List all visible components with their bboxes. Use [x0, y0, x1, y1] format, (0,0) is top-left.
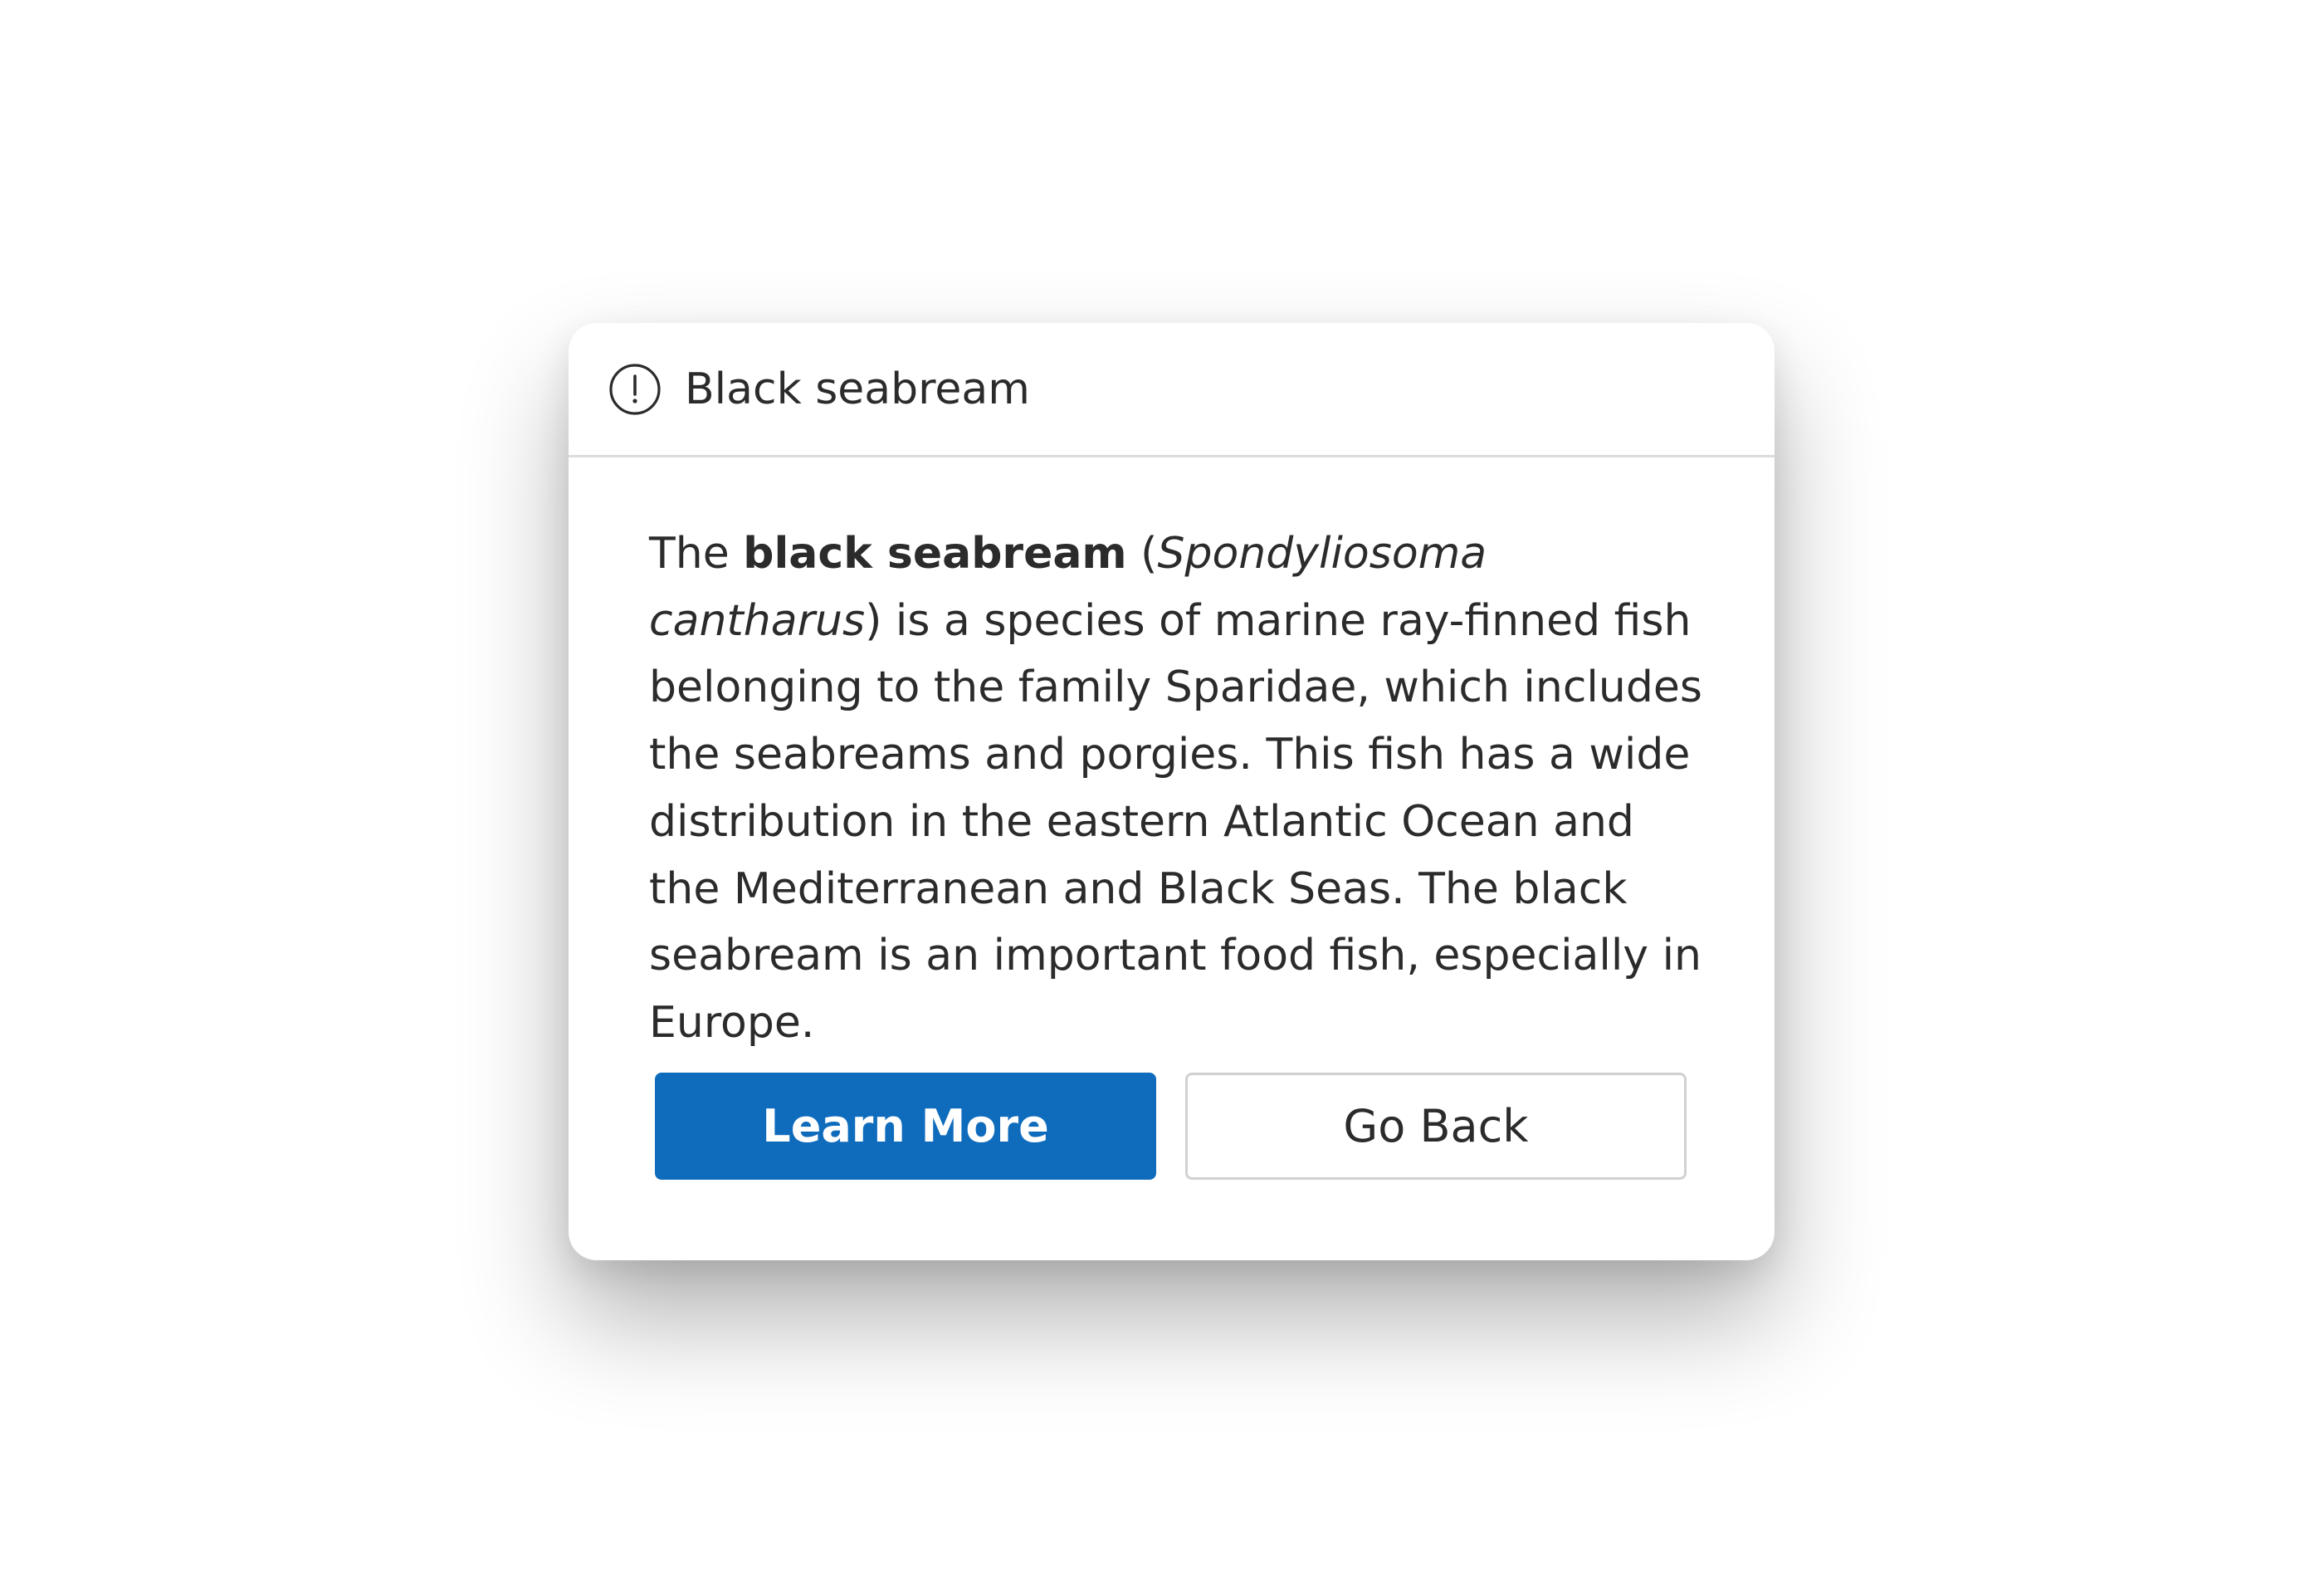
dialog-header: Black seabream: [569, 323, 1775, 457]
stage: Black seabream The black seabream (Spond…: [0, 0, 2324, 1594]
body-lead: The: [649, 529, 744, 579]
info-circle-icon: [608, 363, 662, 416]
body-term: black seabream: [743, 529, 1127, 579]
body-rest: ) is a species of marine ray-finned fish…: [649, 595, 1702, 1048]
info-dialog: Black seabream The black seabream (Spond…: [569, 323, 1775, 1260]
learn-more-button[interactable]: Learn More: [655, 1073, 1156, 1180]
dialog-title: Black seabream: [685, 364, 1030, 414]
dialog-body-text: The black seabream (Spondyliosoma cantha…: [649, 521, 1703, 1057]
go-back-button[interactable]: Go Back: [1185, 1073, 1687, 1180]
body-open-paren: (: [1126, 529, 1158, 579]
